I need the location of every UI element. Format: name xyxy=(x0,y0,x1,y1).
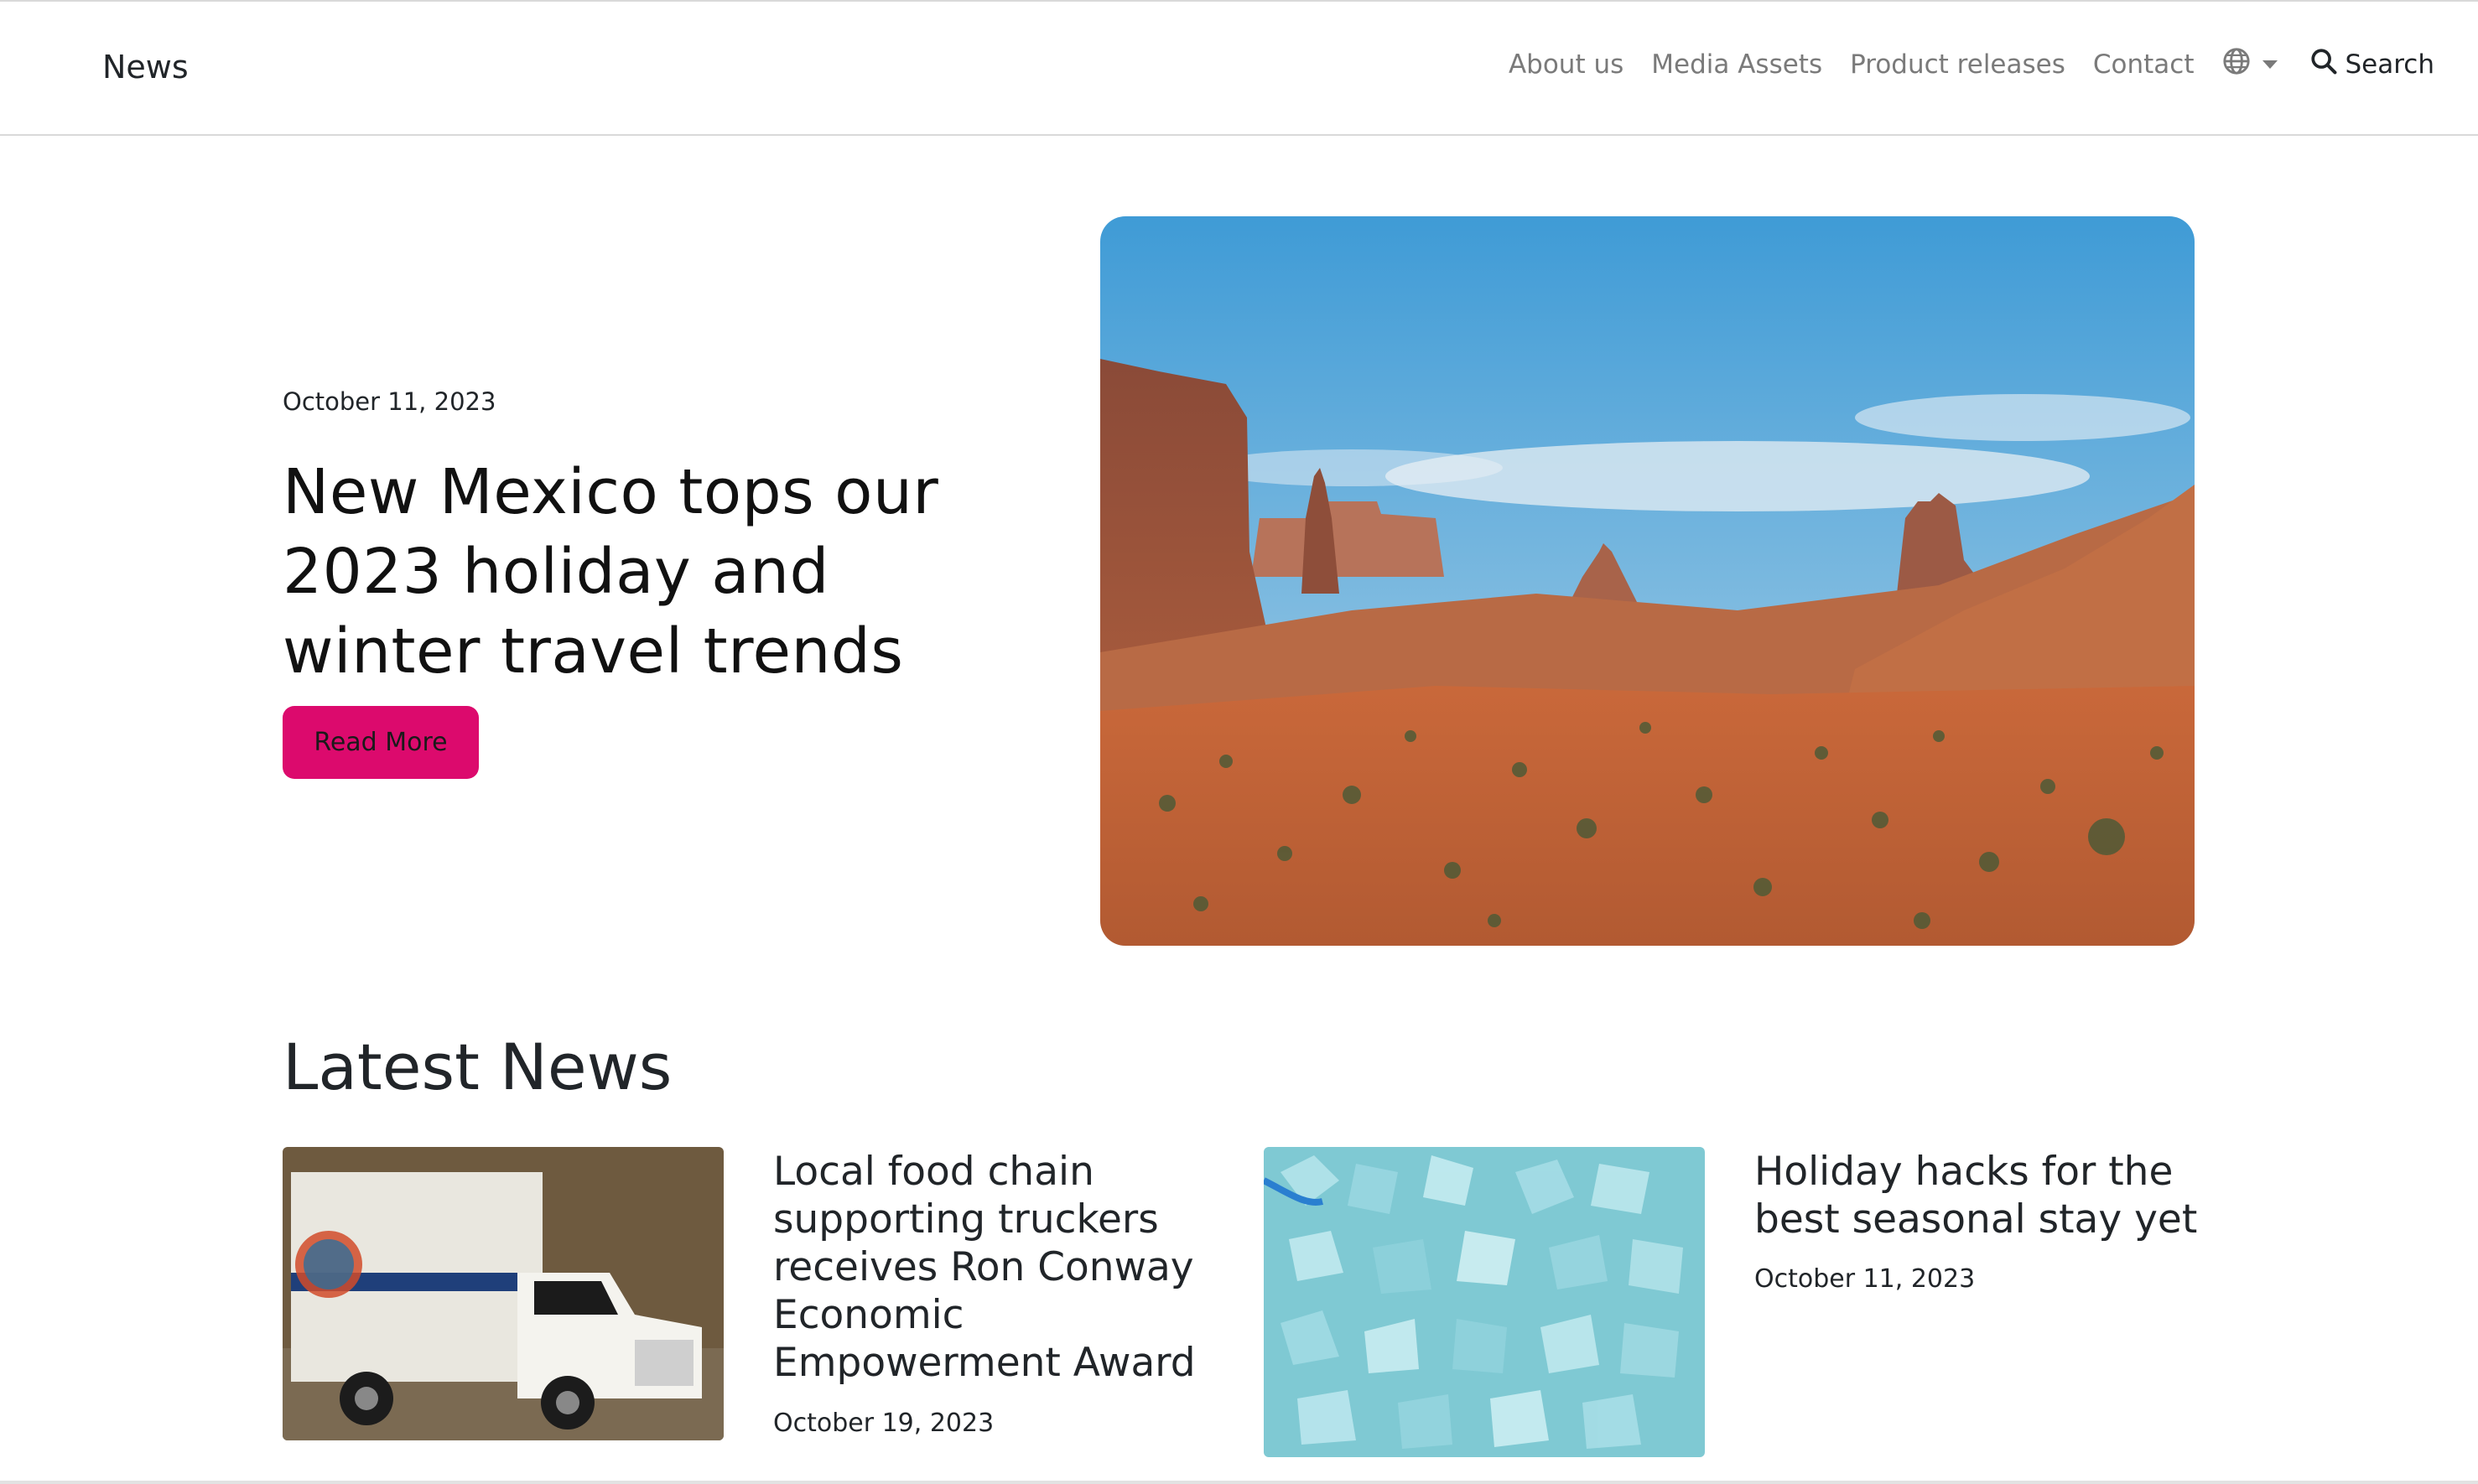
hero-title[interactable]: New Mexico tops our 2023 holiday and win… xyxy=(283,453,1037,692)
hero-image[interactable] xyxy=(1100,216,2195,946)
top-navbar: News About us Media Assets Product relea… xyxy=(0,0,2478,136)
chevron-down-icon xyxy=(2262,60,2278,69)
globe-icon xyxy=(2222,47,2251,82)
article-title[interactable]: Holiday hacks for the best seasonal stay… xyxy=(1754,1148,2224,1243)
page: News About us Media Assets Product relea… xyxy=(0,0,2478,1484)
language-dropdown[interactable] xyxy=(2222,47,2278,82)
article-image-crystals[interactable] xyxy=(1264,1147,1705,1457)
article-title[interactable]: Local food chain supporting truckers rec… xyxy=(773,1148,1243,1387)
nav-links: About us Media Assets Product releases C… xyxy=(1509,47,2434,82)
latest-news-heading: Latest News xyxy=(283,1030,673,1104)
brand-link[interactable]: News xyxy=(102,49,189,86)
article-image-truck[interactable] xyxy=(283,1147,724,1440)
search-label: Search xyxy=(2345,49,2434,80)
read-more-button[interactable]: Read More xyxy=(283,706,479,779)
nav-about-us[interactable]: About us xyxy=(1509,49,1623,80)
nav-media-assets[interactable]: Media Assets xyxy=(1651,49,1822,80)
nav-contact[interactable]: Contact xyxy=(2093,49,2195,80)
page-bottom-divider xyxy=(0,1481,2478,1484)
article-date: October 11, 2023 xyxy=(1754,1264,1976,1294)
article-date: October 19, 2023 xyxy=(773,1409,995,1438)
hero-date: October 11, 2023 xyxy=(283,387,496,416)
nav-product-releases[interactable]: Product releases xyxy=(1850,49,2065,80)
search-icon xyxy=(2309,47,2345,82)
search-button[interactable]: Search xyxy=(2309,47,2434,82)
